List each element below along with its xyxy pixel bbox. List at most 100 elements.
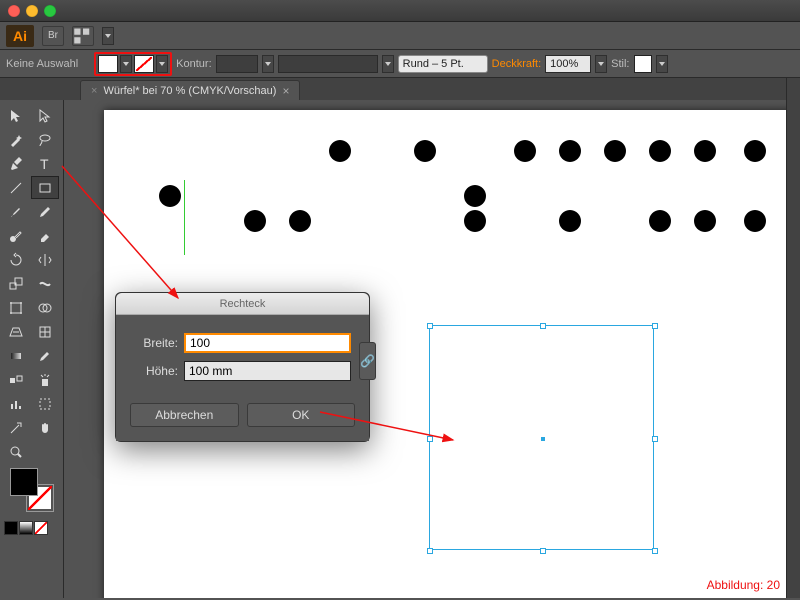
dice-pip[interactable] — [464, 210, 486, 232]
ok-button[interactable]: OK — [247, 403, 356, 427]
minimize-icon[interactable] — [26, 5, 38, 17]
tool-panel: T — [0, 100, 64, 598]
selection-handle[interactable] — [427, 436, 433, 442]
close-tab-icon[interactable]: × — [282, 84, 289, 98]
stroke-swatch[interactable] — [134, 55, 154, 73]
height-label: Höhe: — [130, 364, 178, 378]
menubar-drop-icon[interactable] — [102, 27, 114, 45]
selection-tool[interactable] — [2, 104, 30, 127]
symbol-sprayer-tool[interactable] — [31, 368, 59, 391]
brush-select[interactable]: Rund – 5 Pt. — [398, 55, 488, 73]
color-mode-gradient[interactable] — [19, 521, 33, 535]
stroke-indicator[interactable] — [26, 484, 54, 512]
dice-pip[interactable] — [744, 210, 766, 232]
color-mode-none[interactable] — [34, 521, 48, 535]
grid-icon — [73, 26, 93, 46]
selection-rectangle[interactable] — [429, 325, 654, 550]
dice-pip[interactable] — [559, 210, 581, 232]
print-tiling-tool[interactable] — [31, 440, 59, 463]
bridge-button[interactable]: Br — [42, 26, 64, 46]
hand-tool[interactable] — [31, 416, 59, 439]
pen-tool[interactable] — [2, 152, 30, 175]
pencil-tool[interactable] — [31, 200, 59, 223]
scale-tool[interactable] — [2, 272, 30, 295]
arrange-docs-button[interactable] — [72, 26, 94, 46]
dice-pip[interactable] — [514, 140, 536, 162]
eyedropper-tool[interactable] — [31, 344, 59, 367]
blend-tool[interactable] — [2, 368, 30, 391]
width-input[interactable] — [184, 333, 351, 353]
perspective-tool[interactable] — [2, 320, 30, 343]
dice-pip[interactable] — [159, 185, 181, 207]
color-mode-solid[interactable] — [4, 521, 18, 535]
slice-tool[interactable] — [2, 416, 30, 439]
blob-brush-tool[interactable] — [2, 224, 30, 247]
rectangle-tool[interactable] — [31, 176, 59, 199]
collapsed-panels[interactable] — [786, 78, 800, 598]
control-bar: Keine Auswahl Kontur: Rund – 5 Pt. Deckk… — [0, 50, 800, 78]
selection-status: Keine Auswahl — [6, 58, 78, 70]
direct-selection-tool[interactable] — [31, 104, 59, 127]
dice-pip[interactable] — [289, 210, 311, 232]
kontur-label: Kontur: — [176, 58, 211, 70]
stroke-swatch-drop-icon[interactable] — [156, 55, 168, 73]
mesh-tool[interactable] — [31, 320, 59, 343]
type-tool[interactable]: T — [31, 152, 59, 175]
fill-swatch[interactable] — [98, 55, 118, 73]
line-tool[interactable] — [2, 176, 30, 199]
shape-builder-tool[interactable] — [31, 296, 59, 319]
document-tab[interactable]: × Würfel* bei 70 % (CMYK/Vorschau) × — [80, 80, 300, 100]
artboard-tool[interactable] — [31, 392, 59, 415]
profile-drop-icon[interactable] — [382, 55, 394, 73]
lasso-tool[interactable] — [31, 128, 59, 151]
dice-pip[interactable] — [414, 140, 436, 162]
close-icon[interactable] — [8, 5, 20, 17]
magic-wand-tool[interactable] — [2, 128, 30, 151]
maximize-icon[interactable] — [44, 5, 56, 17]
selection-handle[interactable] — [540, 323, 546, 329]
document-tabs: × Würfel* bei 70 % (CMYK/Vorschau) × — [0, 78, 800, 100]
link-dimensions-button[interactable]: 🔗 — [359, 342, 376, 380]
rotate-tool[interactable] — [2, 248, 30, 271]
free-transform-tool[interactable] — [2, 296, 30, 319]
smart-guide — [184, 180, 185, 255]
dice-pip[interactable] — [744, 140, 766, 162]
style-drop-icon[interactable] — [656, 55, 668, 73]
selection-handle[interactable] — [652, 436, 658, 442]
dice-pip[interactable] — [694, 210, 716, 232]
style-label: Stil: — [611, 58, 629, 70]
fill-swatch-drop-icon[interactable] — [120, 55, 132, 73]
stroke-weight-field[interactable] — [216, 55, 258, 73]
paintbrush-tool[interactable] — [2, 200, 30, 223]
selection-handle[interactable] — [427, 323, 433, 329]
reflect-tool[interactable] — [31, 248, 59, 271]
opacity-drop-icon[interactable] — [595, 55, 607, 73]
opacity-field[interactable]: 100% — [545, 55, 591, 73]
zoom-tool[interactable] — [2, 440, 30, 463]
stroke-weight-drop-icon[interactable] — [262, 55, 274, 73]
dice-pip[interactable] — [604, 140, 626, 162]
svg-text:T: T — [40, 156, 49, 172]
dice-pip[interactable] — [694, 140, 716, 162]
column-graph-tool[interactable] — [2, 392, 30, 415]
dice-pip[interactable] — [559, 140, 581, 162]
selection-handle[interactable] — [652, 548, 658, 554]
fill-stroke-indicator[interactable] — [10, 468, 54, 512]
height-input[interactable] — [184, 361, 351, 381]
dice-pip[interactable] — [649, 210, 671, 232]
selection-handle[interactable] — [540, 548, 546, 554]
dice-pip[interactable] — [649, 140, 671, 162]
window-titlebar — [0, 0, 800, 22]
gradient-tool[interactable] — [2, 344, 30, 367]
style-swatch[interactable] — [634, 55, 652, 73]
profile-field[interactable] — [278, 55, 378, 73]
selection-handle[interactable] — [652, 323, 658, 329]
dice-pip[interactable] — [464, 185, 486, 207]
fill-stroke-highlight — [94, 52, 172, 76]
dice-pip[interactable] — [244, 210, 266, 232]
selection-handle[interactable] — [427, 548, 433, 554]
width-tool[interactable] — [31, 272, 59, 295]
dice-pip[interactable] — [329, 140, 351, 162]
cancel-button[interactable]: Abbrechen — [130, 403, 239, 427]
eraser-tool[interactable] — [31, 224, 59, 247]
